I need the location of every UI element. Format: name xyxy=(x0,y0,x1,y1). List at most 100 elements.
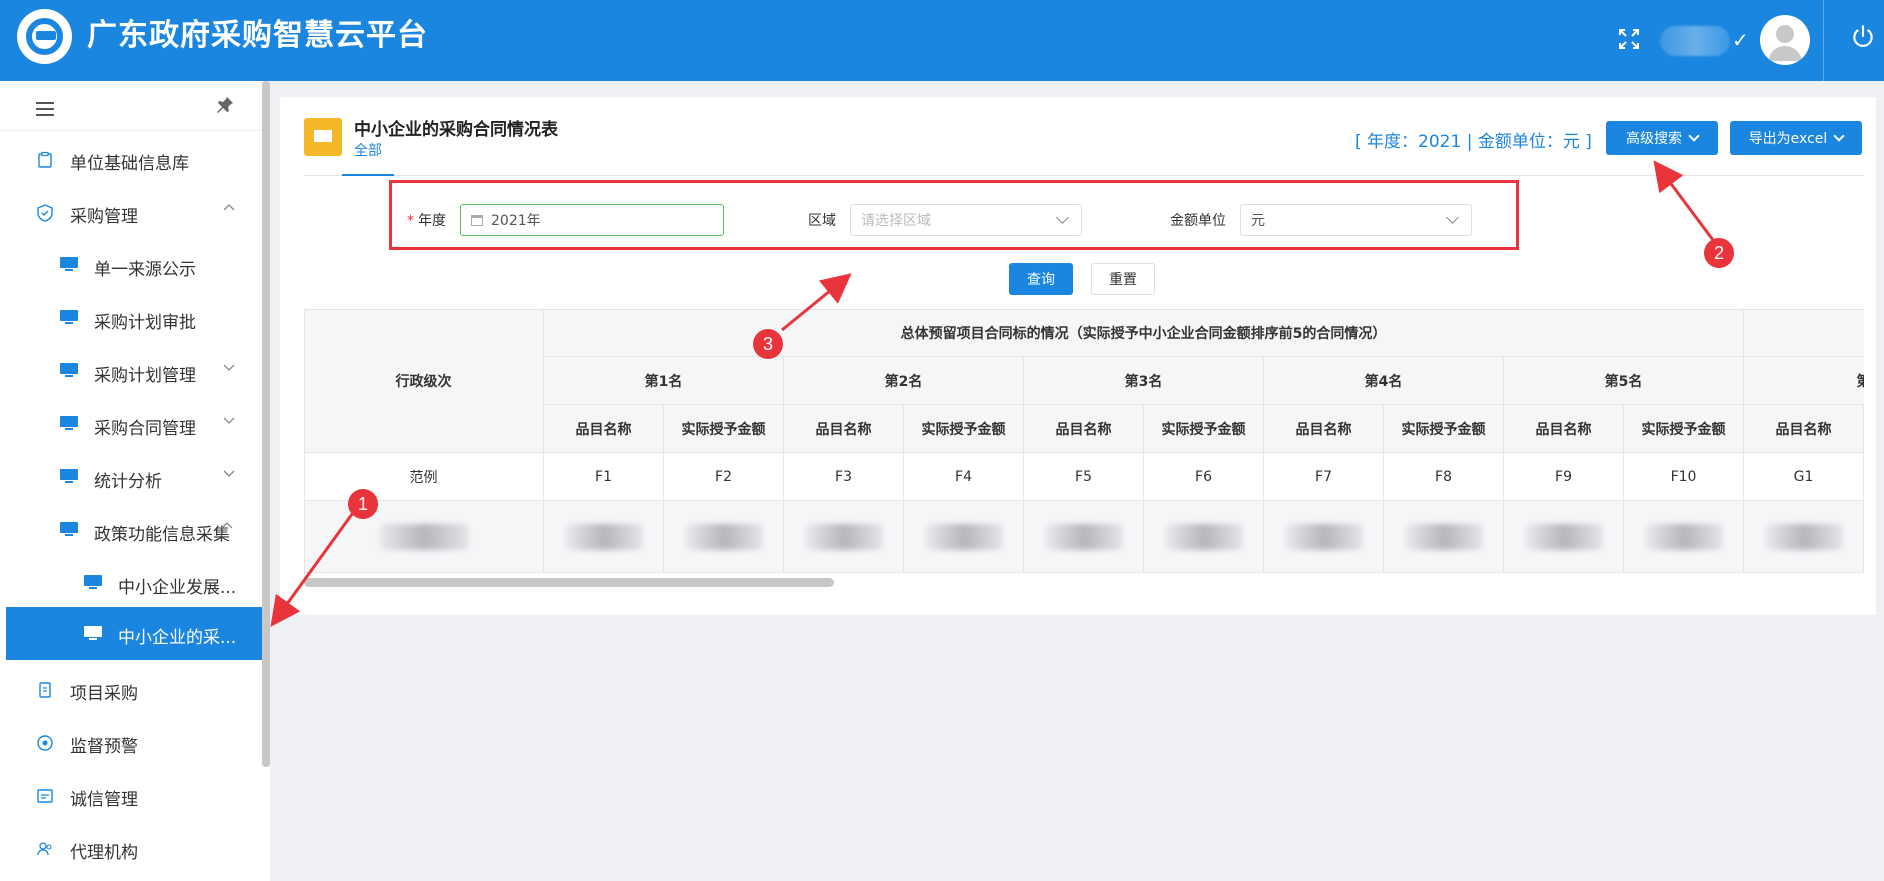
redacted-content xyxy=(1644,523,1723,550)
sidebar: 单位基础信息库 采购管理 单一来源公示 采购计划审批 采购计划管理 采购合同管理… xyxy=(0,81,270,881)
chevron-down-icon xyxy=(223,470,235,477)
column-header-item-name: 品目名称 xyxy=(1504,405,1624,453)
chevron-up-icon xyxy=(221,522,233,529)
filter-highlight-box xyxy=(389,180,1519,250)
redacted-content xyxy=(378,523,469,550)
table-cell-redacted xyxy=(664,501,784,573)
monitor-icon xyxy=(60,522,78,540)
table-cell-redacted xyxy=(544,501,664,573)
sidebar-item-label: 采购管理 xyxy=(70,207,138,227)
reset-button[interactable]: 重置 xyxy=(1091,263,1155,295)
monitor-icon xyxy=(84,626,102,644)
shield-icon xyxy=(37,204,53,222)
tab-all-underline xyxy=(342,174,394,176)
sidebar-item-label: 诚信管理 xyxy=(70,790,138,810)
clipboard-icon xyxy=(38,151,52,168)
column-header-amount: 实际授予金额 xyxy=(664,405,784,453)
table-cell-example: F3 xyxy=(784,453,904,501)
table-cell-redacted xyxy=(1624,501,1744,573)
logo-icon xyxy=(17,9,72,64)
table-cell-example: F6 xyxy=(1144,453,1264,501)
user-avatar-icon xyxy=(1768,25,1802,61)
table-cell-example: G1 xyxy=(1744,453,1864,501)
sidebar-item-policy-info[interactable]: 政策功能信息采集 xyxy=(6,505,262,557)
query-button[interactable]: 查询 xyxy=(1009,263,1073,295)
data-table: 行政级次 总体预留项目合同标的情况（实际授予中小企业合同金额排序前5的合同情况）第… xyxy=(304,309,1864,591)
advanced-search-label: 高级搜索 xyxy=(1626,131,1682,147)
table-cell-redacted xyxy=(1744,501,1864,573)
sidebar-item-plan-mgmt[interactable]: 采购计划管理 xyxy=(6,346,262,398)
table-cell-redacted xyxy=(1144,501,1264,573)
sidebar-scrollbar[interactable] xyxy=(262,81,270,767)
redacted-content xyxy=(804,523,883,550)
annotation-badge-1: 1 xyxy=(348,489,378,519)
table-border xyxy=(304,309,1864,310)
sidebar-item-supervision[interactable]: 监督预警 xyxy=(6,717,262,769)
chevron-down-icon xyxy=(1688,130,1700,142)
redacted-content xyxy=(1044,523,1123,550)
redacted-content xyxy=(684,523,763,550)
table-cell-redacted xyxy=(904,501,1024,573)
table-cell-example: F1 xyxy=(544,453,664,501)
header-divider xyxy=(1823,0,1824,81)
redacted-content xyxy=(1404,523,1483,550)
avatar[interactable] xyxy=(1760,15,1810,65)
sidebar-item-unit-info[interactable]: 单位基础信息库 xyxy=(6,134,262,186)
column-header-item-name: 品目名称 xyxy=(1264,405,1384,453)
table-cell-example: F5 xyxy=(1024,453,1144,501)
report-icon xyxy=(304,118,342,156)
table-cell-example: F8 xyxy=(1384,453,1504,501)
column-header-rank: 第4名 xyxy=(1264,357,1504,405)
column-header-item-name: 品目名称 xyxy=(544,405,664,453)
tab-all[interactable]: 全部 xyxy=(354,140,382,160)
column-header-amount: 实际授予金额 xyxy=(1144,405,1264,453)
table-horizontal-scrollbar[interactable] xyxy=(304,578,834,587)
sidebar-item-contract-mgmt[interactable]: 采购合同管理 xyxy=(6,399,262,451)
sidebar-item-sme-procurement[interactable]: 中小企业的采... xyxy=(6,607,262,660)
advanced-search-button[interactable]: 高级搜索 xyxy=(1606,121,1718,155)
chevron-down-icon xyxy=(1833,130,1845,142)
app-title: 广东政府采购智慧云平台 xyxy=(87,18,428,53)
column-header-item-name: 品目名称 xyxy=(1024,405,1144,453)
menu-toggle-icon[interactable] xyxy=(36,102,54,116)
export-excel-button[interactable]: 导出为excel xyxy=(1730,121,1862,155)
sidebar-item-label: 采购计划审批 xyxy=(94,313,196,333)
column-header-rank: 第5名 xyxy=(1504,357,1744,405)
column-header-rank: 第3名 xyxy=(1024,357,1264,405)
redacted-content xyxy=(1524,523,1603,550)
monitor-icon xyxy=(60,257,78,275)
report-panel: 中小企业的采购合同情况表 全部 [ 年度：2021 | 金额单位：元 ] 高级搜… xyxy=(280,97,1876,615)
sidebar-item-sme-development[interactable]: 中小企业发展... xyxy=(6,558,262,610)
column-header-item-name: 品目名称 xyxy=(1744,405,1864,453)
monitor-icon xyxy=(60,469,78,487)
power-icon[interactable] xyxy=(1850,24,1876,50)
table-cell-redacted xyxy=(1024,501,1144,573)
column-group-header-next xyxy=(1744,309,1864,357)
sidebar-item-label: 项目采购 xyxy=(70,684,138,704)
sidebar-item-statistics[interactable]: 统计分析 xyxy=(6,452,262,504)
user-name-redacted[interactable] xyxy=(1660,26,1730,56)
redacted-content xyxy=(1764,523,1843,550)
table-cell-redacted xyxy=(304,501,544,573)
column-header-amount: 实际授予金额 xyxy=(904,405,1024,453)
table-cell-redacted xyxy=(784,501,904,573)
table-cell-example: F2 xyxy=(664,453,784,501)
fullscreen-icon[interactable] xyxy=(1617,27,1641,51)
sidebar-item-single-source[interactable]: 单一来源公示 xyxy=(6,240,262,292)
export-excel-label: 导出为excel xyxy=(1748,131,1828,147)
sidebar-item-credit[interactable]: 诚信管理 xyxy=(6,770,262,822)
check-icon: ✓ xyxy=(1732,28,1749,52)
table-cell-example: F4 xyxy=(904,453,1024,501)
sidebar-item-agency[interactable]: 代理机构 xyxy=(6,823,262,875)
pin-icon[interactable] xyxy=(216,96,234,114)
column-header-amount: 实际授予金额 xyxy=(1384,405,1504,453)
sidebar-item-plan-approval[interactable]: 采购计划审批 xyxy=(6,293,262,345)
sidebar-scrollbar-thumb[interactable] xyxy=(262,81,270,767)
column-header-amount: 实际授予金额 xyxy=(1624,405,1744,453)
user-group-icon xyxy=(37,842,52,856)
table-cell-redacted xyxy=(1384,501,1504,573)
table-cell-redacted xyxy=(1264,501,1384,573)
table-cell-example: F9 xyxy=(1504,453,1624,501)
sidebar-item-procurement-mgmt[interactable]: 采购管理 xyxy=(6,187,262,239)
sidebar-item-project-procurement[interactable]: 项目采购 xyxy=(6,664,262,716)
